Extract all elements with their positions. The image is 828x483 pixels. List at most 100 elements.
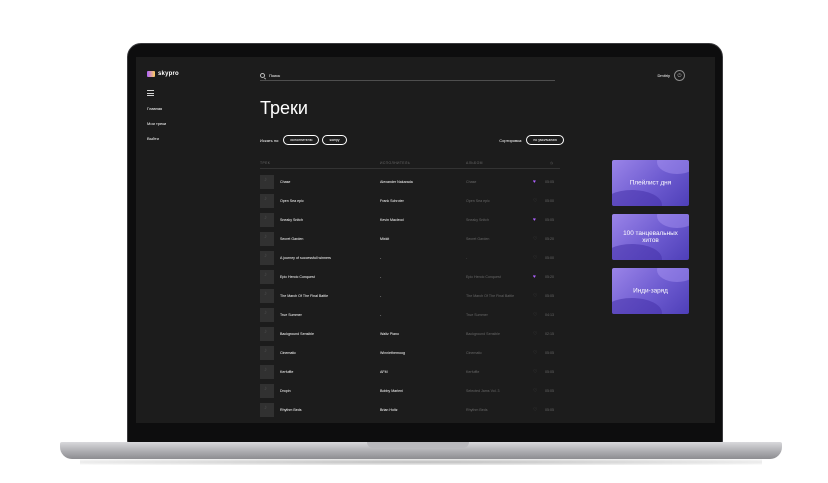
logo-text: skypro [158, 71, 179, 77]
sidebar-item-my-tracks[interactable]: Мои треки [147, 121, 166, 136]
track-album[interactable]: Secret Garden [466, 237, 489, 241]
track-title[interactable]: Dropin [280, 389, 291, 393]
logo[interactable]: skypro [147, 71, 179, 77]
table-row[interactable]: Kerfuffle AFM Kerfuffle ♡ 05:05 [260, 364, 566, 383]
table-row[interactable]: Chase Alexander Nakarada Chase ♥ 05:05 [260, 174, 566, 193]
track-album[interactable]: Rhythm Beds [466, 408, 488, 412]
sort-group: Сортировка: по умолчанию [499, 135, 567, 145]
like-icon[interactable]: ♥ [533, 274, 536, 280]
like-icon[interactable]: ♡ [533, 331, 537, 337]
like-icon[interactable]: ♡ [533, 236, 537, 242]
filter-label: Искать по: [260, 137, 280, 143]
track-title[interactable]: Chase [280, 180, 290, 184]
track-artist[interactable]: Winniethemoog [380, 351, 405, 355]
track-artist[interactable]: Bobby Marleni [380, 389, 403, 393]
like-icon[interactable]: ♡ [533, 293, 537, 299]
track-album[interactable]: Selected Jams Vol. 3 [466, 389, 500, 393]
table-row[interactable]: Open Sea epic Frank Schroter Open Sea epic… [260, 193, 566, 212]
table-row[interactable]: Rhythm Beds Brian Holtz Rhythm Beds ♡ 05:05 [260, 402, 566, 421]
track-title[interactable]: Epic Heroic Conquest [280, 275, 315, 279]
track-artist[interactable]: Frank Schroter [380, 199, 404, 203]
track-album[interactable]: Kerfuffle [466, 370, 479, 374]
track-title[interactable]: Rhythm Beds [280, 408, 302, 412]
laptop-shadow [80, 459, 762, 465]
track-artist[interactable]: Mixkit [380, 237, 389, 241]
track-duration: 05:05 [545, 389, 554, 393]
track-duration: 05:20 [545, 275, 554, 279]
track-album[interactable]: True Summer [466, 313, 488, 317]
track-album[interactable]: Epic Heroic Conquest [466, 275, 501, 279]
table-row[interactable]: True Summer - True Summer ♡ 04:13 [260, 307, 566, 326]
like-icon[interactable]: ♡ [533, 369, 537, 375]
track-duration: 05:05 [545, 294, 554, 298]
like-icon[interactable]: ♡ [533, 388, 537, 394]
track-album[interactable]: Chase [466, 180, 476, 184]
track-title[interactable]: Secret Garden [280, 237, 303, 241]
burger-menu-icon[interactable] [147, 90, 154, 98]
track-cover-icon [260, 384, 274, 398]
like-icon[interactable]: ♡ [533, 350, 537, 356]
sort-label: Сортировка: [499, 137, 523, 143]
user-menu: Dmitriy ⏻ [658, 70, 685, 81]
table-row[interactable]: Epic Heroic Conquest - Epic Heroic Conques… [260, 269, 566, 288]
playlist-label: Плейлист дня [629, 179, 672, 187]
track-title[interactable]: Background Sensible [280, 332, 314, 336]
header-divider [260, 168, 560, 169]
track-album[interactable]: - [466, 256, 467, 260]
like-icon[interactable]: ♡ [533, 198, 537, 204]
track-title[interactable]: Cinematic [280, 351, 296, 355]
track-artist[interactable]: - [380, 275, 381, 279]
app-screen: skypro Главная Мои треки Выйти Dmitriy ⏻… [136, 57, 715, 423]
sidebar-item-home[interactable]: Главная [147, 106, 166, 121]
sidebar-item-logout[interactable]: Выйти [147, 136, 166, 151]
search-input[interactable] [269, 72, 529, 78]
table-row[interactable]: Background Sensible Waltz Piano Background… [260, 326, 566, 345]
sort-button[interactable]: по умолчанию [526, 135, 564, 145]
playlist-label: 100 танцевальных хитов [623, 230, 678, 244]
playlist-card-indie[interactable]: Инди-заряд [612, 268, 689, 314]
search-icon [260, 72, 265, 78]
track-artist[interactable]: - [380, 256, 381, 260]
track-album[interactable]: Sneaky Snitch [466, 218, 489, 222]
track-title[interactable]: Sneaky Snitch [280, 218, 303, 222]
track-artist[interactable]: - [380, 294, 381, 298]
track-album[interactable]: The March Of The Final Battle [466, 294, 514, 298]
track-title[interactable]: A journey of successfull winners [280, 256, 331, 260]
playlist-card-dance[interactable]: 100 танцевальных хитов [612, 214, 689, 260]
table-row[interactable]: Dropin Bobby Marleni Selected Jams Vol. 3 ♡… [260, 383, 566, 402]
track-album[interactable]: Cinematic [466, 351, 482, 355]
track-title[interactable]: Kerfuffle [280, 370, 293, 374]
filter-artist-button[interactable]: исполнителю [283, 135, 320, 145]
table-row[interactable]: Sneaky Snitch Kevin Macleod Sneaky Snitch ♥… [260, 212, 566, 231]
logout-icon[interactable]: ⏻ [674, 70, 685, 81]
track-album[interactable]: Open Sea epic [466, 199, 490, 203]
track-duration: 05:05 [545, 370, 554, 374]
track-duration: 05:20 [545, 237, 554, 241]
track-artist[interactable]: Kevin Macleod [380, 218, 404, 222]
like-icon[interactable]: ♥ [533, 179, 536, 185]
track-cover-icon [260, 251, 274, 265]
track-title[interactable]: Open Sea epic [280, 199, 304, 203]
track-album[interactable]: Background Sensible [466, 332, 500, 336]
track-artist[interactable]: Waltz Piano [380, 332, 399, 336]
track-artist[interactable]: - [380, 313, 381, 317]
like-icon[interactable]: ♡ [533, 312, 537, 318]
filter-genre-button[interactable]: жанру [322, 135, 347, 145]
like-icon[interactable]: ♡ [533, 255, 537, 261]
logo-icon [147, 71, 155, 77]
track-title[interactable]: The March Of The Final Battle [280, 294, 328, 298]
like-icon[interactable]: ♥ [533, 217, 536, 223]
track-artist[interactable]: Brian Holtz [380, 408, 398, 412]
table-row[interactable]: Cinematic Winniethemoog Cinematic ♡ 05:05 [260, 345, 566, 364]
track-cover-icon [260, 403, 274, 417]
table-row[interactable]: The March Of The Final Battle - The March … [260, 288, 566, 307]
track-artist[interactable]: AFM [380, 370, 388, 374]
table-row[interactable]: A journey of successfull winners - - ♡ 05:00 [260, 250, 566, 269]
track-artist[interactable]: Alexander Nakarada [380, 180, 413, 184]
track-title[interactable]: True Summer [280, 313, 302, 317]
like-icon[interactable]: ♡ [533, 407, 537, 413]
track-duration: 05:05 [545, 180, 554, 184]
column-album: АЛЬБОМ [466, 161, 483, 165]
playlist-card-daily[interactable]: Плейлист дня [612, 160, 689, 206]
table-row[interactable]: Secret Garden Mixkit Secret Garden ♡ 05:20 [260, 231, 566, 250]
